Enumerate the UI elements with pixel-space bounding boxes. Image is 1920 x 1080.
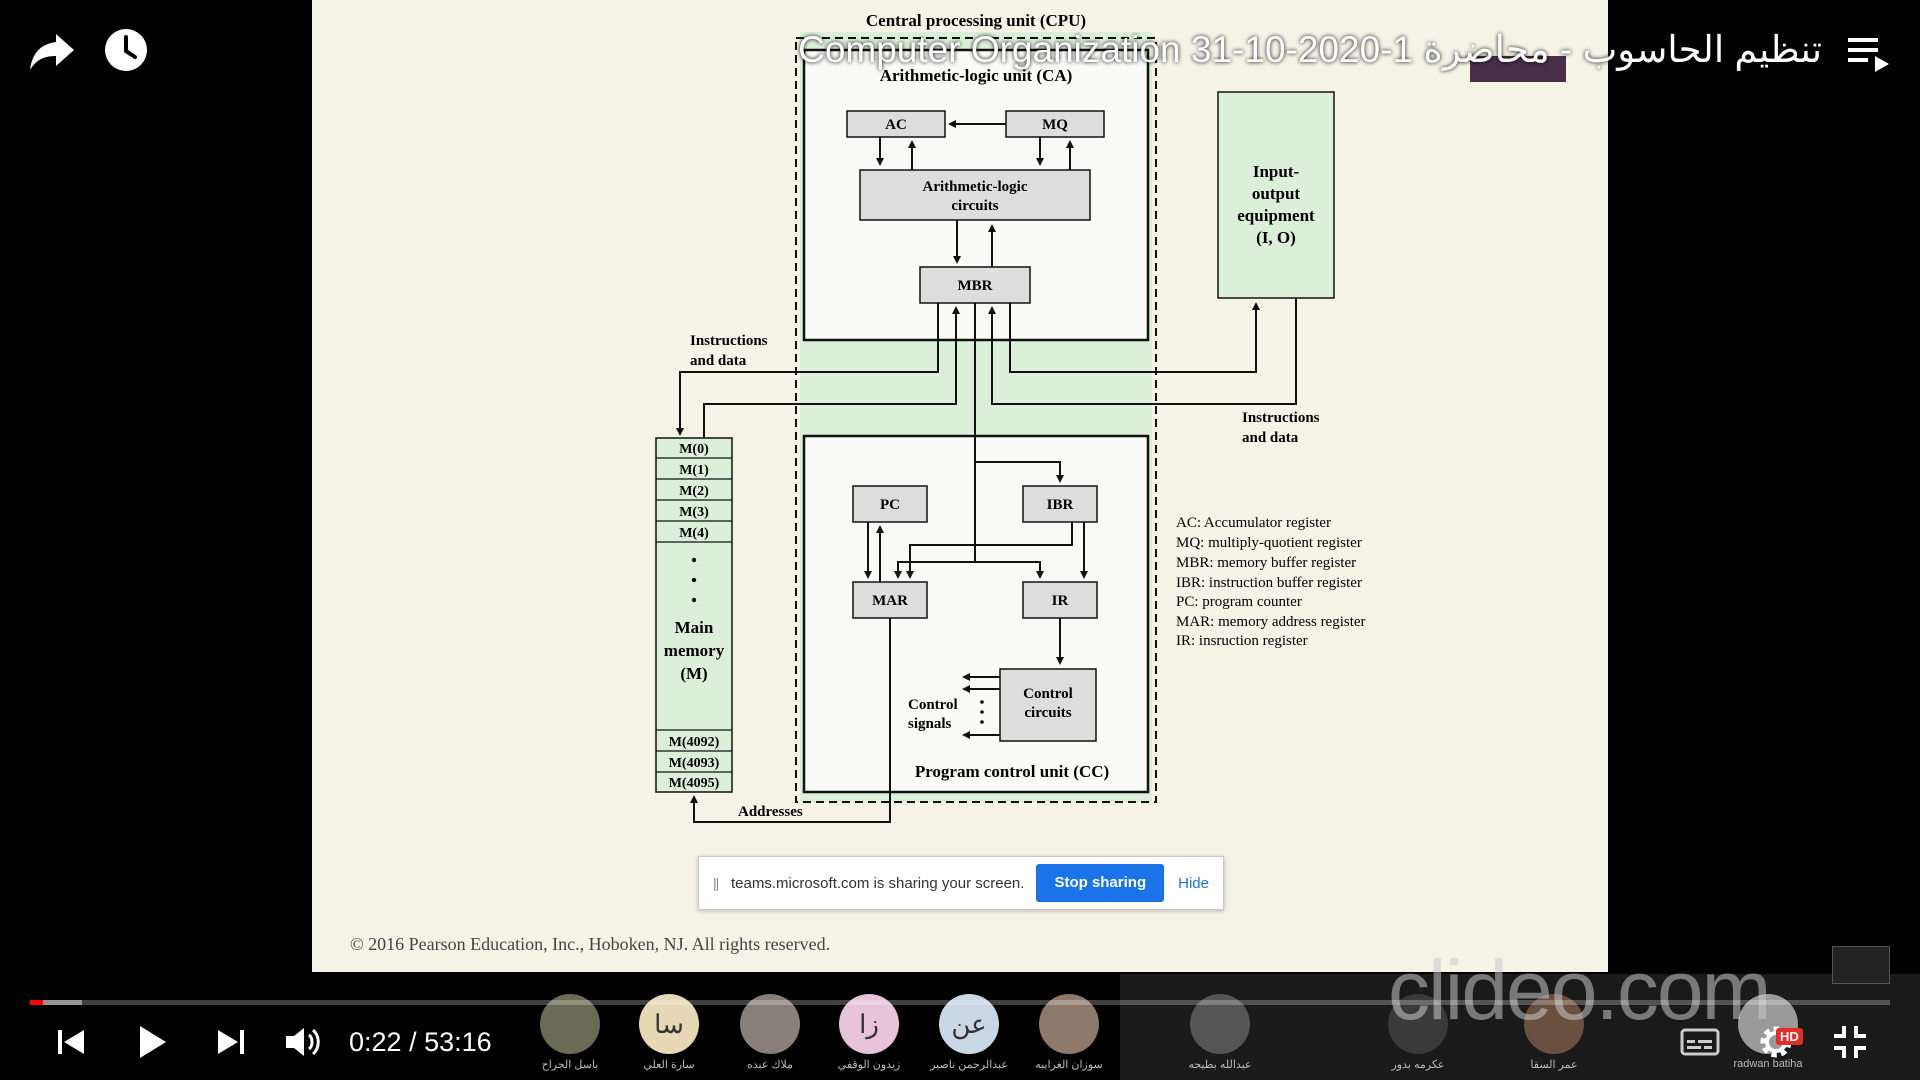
mar-label: MAR: [872, 593, 908, 609]
share-arrow-icon[interactable]: [26, 26, 78, 74]
drag-handle-icon[interactable]: ||: [713, 875, 729, 891]
pc-label: PC: [880, 497, 900, 513]
io-label-3: equipment: [1237, 206, 1315, 225]
shared-slide: Central processing unit (CPU) Arithmetic…: [312, 0, 1608, 972]
main-memory-label-3: (M): [680, 664, 707, 683]
current-time: 0:22: [349, 1027, 402, 1057]
subtitles-icon[interactable]: [1676, 1018, 1724, 1066]
participant-name: عمر السقا: [1530, 1059, 1578, 1071]
participant-name: عبدالله بطيحه: [1188, 1059, 1252, 1071]
ir-label: IR: [1052, 593, 1069, 609]
ellipsis-dot: [691, 597, 697, 603]
instructions-data-right-2: and data: [1242, 430, 1299, 446]
addresses-label: Addresses: [738, 804, 803, 820]
cpu-diagram: Central processing unit (CPU) Arithmetic…: [655, 11, 1366, 823]
ellipsis-dot: [980, 720, 984, 724]
memory-cell-4092: M(4092): [669, 735, 720, 750]
io-label-1: Input-: [1253, 162, 1300, 181]
alc-label-1: Arithmetic-logic: [923, 179, 1028, 195]
ellipsis-dot: [691, 557, 697, 563]
share-message: teams.microsoft.com is sharing your scre…: [731, 874, 1025, 892]
legend-item: MBR: memory buffer register: [1176, 555, 1356, 571]
memory-cell-0: M(0): [679, 442, 709, 457]
clock-icon[interactable]: [102, 26, 150, 74]
control-circuits-label-1: Control: [1023, 686, 1073, 702]
screen-share-bar: || teams.microsoft.com is sharing your s…: [698, 856, 1224, 910]
main-memory-label-1: Main: [675, 618, 714, 637]
mq-label: MQ: [1042, 117, 1068, 133]
main-memory-label-2: memory: [664, 641, 725, 660]
legend-item: AC: Accumulator register: [1176, 515, 1331, 531]
io-label-2: output: [1252, 184, 1301, 203]
copyright-notice: © 2016 Pearson Education, Inc., Hoboken,…: [350, 934, 831, 954]
legend-item: PC: program counter: [1176, 594, 1302, 610]
skip-previous-icon[interactable]: [48, 1018, 96, 1066]
mini-video-thumbnail: [1832, 946, 1890, 984]
pcu-label: Program control unit (CC): [915, 762, 1109, 781]
instructions-data-right-1: Instructions: [1242, 410, 1320, 426]
hide-button[interactable]: Hide: [1178, 875, 1209, 892]
legend-item: MAR: memory address register: [1176, 614, 1366, 630]
ellipsis-dot: [980, 710, 984, 714]
playlist-icon[interactable]: [1845, 30, 1895, 76]
io-label-4: (I, O): [1256, 228, 1296, 247]
volume-icon[interactable]: [280, 1018, 328, 1066]
alc-label-2: circuits: [951, 198, 998, 214]
skip-next-icon[interactable]: [206, 1018, 254, 1066]
ellipsis-dot: [691, 577, 697, 583]
legend-item: MQ: multiply-quotient register: [1176, 535, 1362, 551]
control-circuits-label-2: circuits: [1024, 705, 1071, 721]
stop-sharing-button[interactable]: Stop sharing: [1036, 864, 1165, 902]
play-icon[interactable]: [128, 1018, 176, 1066]
memory-cell-4093: M(4093): [669, 756, 720, 771]
instructions-data-left-1: Instructions: [690, 333, 768, 349]
progress-bar[interactable]: [30, 1000, 1890, 1005]
progress-played: [30, 1000, 43, 1005]
control-signals-label-2: signals: [908, 716, 952, 732]
memory-cell-2: M(2): [679, 484, 709, 499]
memory-cell-4: M(4): [679, 526, 709, 541]
participant-name: سوزان الغرايبه: [1035, 1059, 1103, 1071]
exit-fullscreen-icon[interactable]: [1826, 1018, 1874, 1066]
instructions-data-left-2: and data: [690, 353, 747, 369]
legend-item: IR: insruction register: [1176, 633, 1308, 649]
ibr-label: IBR: [1047, 497, 1074, 513]
memory-cell-3: M(3): [679, 505, 709, 520]
mbr-label: MBR: [958, 278, 993, 294]
legend-item: IBR: instruction buffer register: [1176, 575, 1362, 591]
participant: عبدالله بطيحه: [1160, 994, 1280, 1071]
legend: AC: Accumulator register MQ: multiply-qu…: [1176, 515, 1366, 649]
duration: 53:16: [424, 1027, 492, 1057]
video-title[interactable]: Computer Organization تنظيم الحاسوب - مح…: [798, 26, 1822, 74]
participant: سوزان الغرايبه: [1009, 994, 1129, 1071]
ac-label: AC: [885, 117, 907, 133]
participant-name: عكرمه بدور: [1391, 1059, 1445, 1071]
memory-cell-4095: M(4095): [669, 776, 720, 791]
time-display: 0:22 / 53:16: [349, 1027, 492, 1057]
control-signals-label-1: Control: [908, 697, 958, 713]
memory-cell-1: M(1): [679, 463, 709, 478]
hd-badge: HD: [1776, 1028, 1803, 1045]
ellipsis-dot: [980, 700, 984, 704]
